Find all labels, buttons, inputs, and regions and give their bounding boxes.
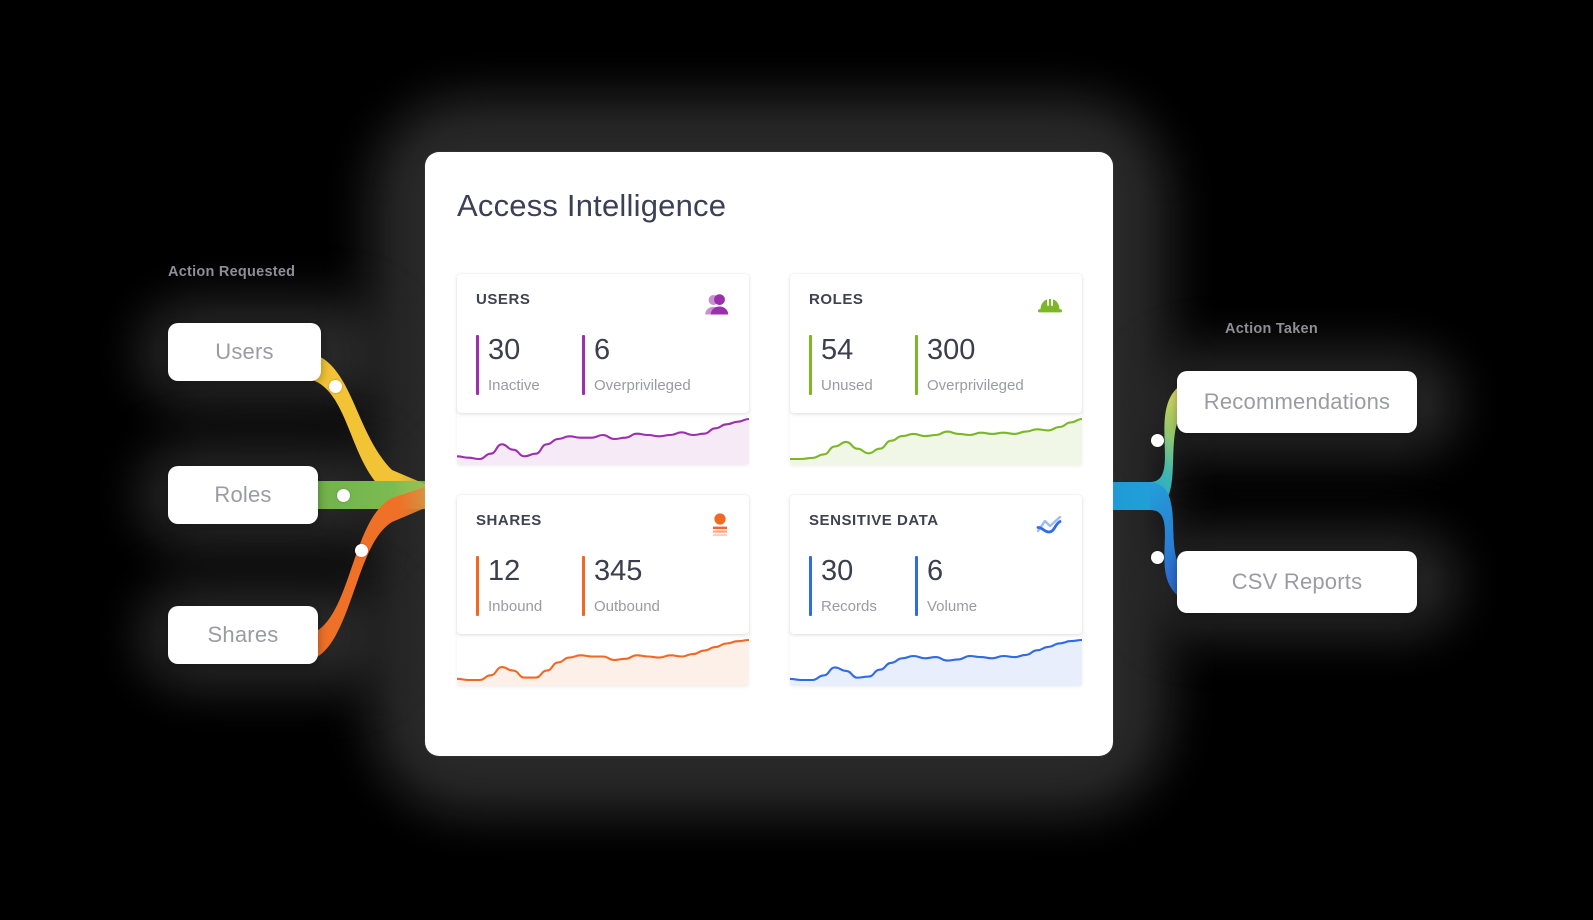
users-person-icon (700, 291, 730, 317)
card-shares[interactable]: SHARES 12 Inbound 345 Outbound (457, 495, 749, 686)
metric-label: Volume (927, 598, 978, 615)
flowbox-recommendations-label: Recommendations (1203, 389, 1391, 414)
metric-value: 6 (594, 334, 611, 366)
card-shares-metric-outbound: 345 Outbound (582, 556, 670, 616)
metric-label: Unused (821, 377, 873, 394)
flowbox-roles-label: Roles (214, 482, 272, 507)
flowbox-csv-reports-label: CSV Reports (1231, 569, 1363, 594)
card-roles-title: ROLES (809, 291, 864, 308)
left-heading: Action Requested (168, 264, 296, 280)
flowbox-shares-label: Shares (207, 622, 279, 647)
flow-node-shares (355, 544, 368, 557)
card-users-metric-inactive: 30 Inactive (476, 335, 582, 395)
card-roles[interactable]: ROLES 54 Unused 300 Overprivileged (790, 274, 1082, 465)
page-title: Access Intelligence (457, 188, 727, 223)
diagram-stage: Action Requested Users Roles Shares Acti… (0, 0, 1593, 920)
metric-value: 6 (927, 555, 944, 587)
card-users-title: USERS (476, 291, 531, 308)
metric-cards-grid: USERS 30 Inactive 6 Overprivileged ROLES… (457, 274, 1082, 716)
metric-value: 30 (488, 334, 521, 366)
metric-value: 30 (821, 555, 854, 587)
card-roles-metric-unused: 54 Unused (809, 335, 915, 395)
card-sensitive-data-sparkline (790, 630, 1082, 686)
metric-value: 54 (821, 334, 854, 366)
share-stack-icon (700, 512, 730, 538)
card-sensitive-data-metric-volume: 6 Volume (915, 556, 987, 616)
card-sensitive-data-metric-records: 30 Records (809, 556, 915, 616)
card-shares-metric-inbound: 12 Inbound (476, 556, 582, 616)
flowbox-csv-reports[interactable]: CSV Reports (1177, 551, 1417, 613)
flowbox-roles[interactable]: Roles (168, 466, 318, 524)
metric-label: Records (821, 598, 877, 615)
right-heading: Action Taken (1225, 321, 1318, 337)
metric-label: Outbound (594, 598, 660, 615)
card-roles-sparkline (790, 409, 1082, 465)
flowbox-users[interactable]: Users (168, 323, 321, 381)
metric-value: 345 (594, 555, 643, 587)
card-users-sparkline (457, 409, 749, 465)
flow-node-csv-reports (1151, 551, 1164, 564)
card-shares-sparkline (457, 630, 749, 686)
flowbox-users-label: Users (215, 339, 274, 364)
flow-node-users (329, 380, 342, 393)
card-sensitive-data[interactable]: SENSITIVE DATA 30 Records 6 Volume (790, 495, 1082, 686)
card-sensitive-data-title: SENSITIVE DATA (809, 512, 939, 529)
card-shares-title: SHARES (476, 512, 542, 529)
access-intelligence-panel: Access Intelligence USERS 30 Inactive 6 … (425, 152, 1113, 756)
metric-value: 300 (927, 334, 976, 366)
flowbox-recommendations[interactable]: Recommendations (1177, 371, 1417, 433)
flowbox-shares[interactable]: Shares (168, 606, 318, 664)
metric-label: Inactive (488, 377, 540, 394)
card-users[interactable]: USERS 30 Inactive 6 Overprivileged (457, 274, 749, 465)
card-users-metric-overprivileged: 6 Overprivileged (582, 335, 701, 395)
metric-label: Inbound (488, 598, 543, 615)
metric-label: Overprivileged (927, 377, 1024, 394)
metric-value: 12 (488, 555, 521, 587)
card-roles-metric-overprivileged: 300 Overprivileged (915, 335, 1034, 395)
trend-lines-icon (1033, 512, 1063, 538)
flow-node-recommendations (1151, 434, 1164, 447)
flow-node-roles (337, 489, 350, 502)
hard-hat-icon (1033, 291, 1063, 317)
metric-label: Overprivileged (594, 377, 691, 394)
